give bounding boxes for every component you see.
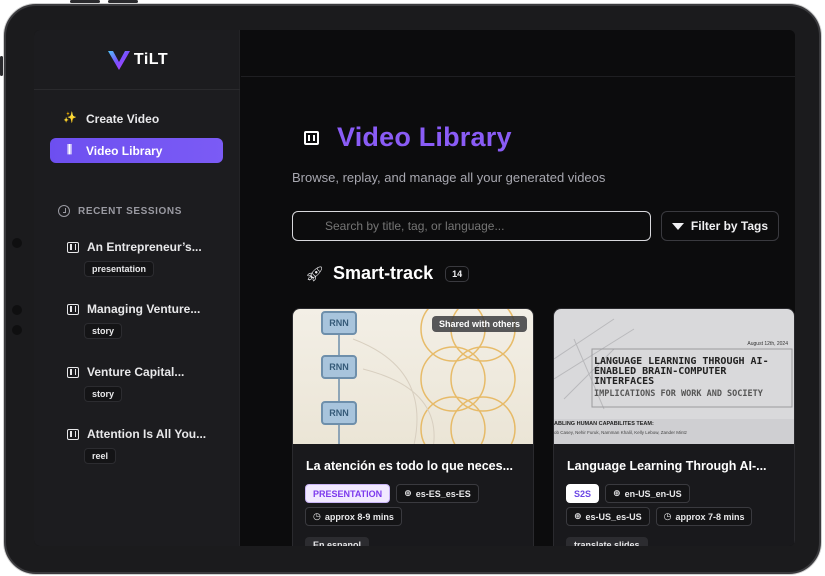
thumbnail-subheading: IMPLICATIONS FOR WORK AND SOCIETY — [594, 389, 763, 399]
app-screen: TiLT ✨ Create Video ⫼ Video Library RECE… — [34, 30, 795, 546]
filter-label: Filter by Tags — [690, 219, 769, 233]
chip-row: ◷ approx 8-9 mins — [305, 507, 402, 526]
clock-icon — [58, 205, 70, 217]
session-item[interactable]: An Entrepreneur’s... presentation — [67, 240, 227, 277]
card-tag: En espanol — [305, 537, 370, 546]
video-card[interactable]: RNN RNN RNN Shared with others La atenci… — [292, 308, 534, 546]
session-title: Managing Venture... — [87, 302, 201, 316]
card-title: La atención es todo lo que neces... — [306, 459, 513, 473]
thumbnail-date: August 12th, 2024 — [747, 341, 788, 347]
rocket-icon: 🚀︎ — [305, 265, 325, 283]
top-bar — [241, 30, 795, 77]
page-title: Video Library — [304, 122, 512, 153]
chip-row: S2S ⊕ en-US_en-US — [566, 484, 690, 503]
session-title: Venture Capital... — [87, 365, 185, 379]
device-sensor — [12, 305, 22, 315]
chip-row: PRESENTATION ⊕ es-ES_es-ES — [305, 484, 479, 503]
language-chip: ⊕ en-US_en-US — [605, 484, 690, 503]
device-button — [0, 56, 3, 76]
sidebar: TiLT ✨ Create Video ⫼ Video Library RECE… — [34, 30, 240, 546]
session-tag: story — [84, 323, 123, 339]
session-item[interactable]: Attention Is All You... reel — [67, 427, 227, 464]
film-icon — [67, 241, 79, 253]
session-item[interactable]: Managing Venture... story — [67, 302, 227, 339]
chip-row: ⊕ es-US_es-US ◷ approx 7-8 mins — [566, 507, 753, 526]
globe-icon: ⊕ — [404, 488, 412, 498]
count-badge: 14 — [445, 265, 470, 282]
page-subtitle: Browse, replay, and manage all your gene… — [292, 170, 606, 185]
rnn-block: RNN — [321, 355, 357, 379]
film-icon — [67, 366, 79, 378]
clock-icon: ◷ — [313, 511, 321, 521]
film-icon — [304, 130, 319, 145]
rnn-block: RNN — [321, 401, 357, 425]
session-tag: presentation — [84, 261, 155, 277]
session-title: Attention Is All You... — [87, 427, 207, 441]
page-title-text: Video Library — [337, 122, 512, 152]
card-title: Language Learning Through AI-... — [567, 459, 767, 473]
language-label: es-US_es-US — [585, 511, 642, 522]
duration-chip: ◷ approx 7-8 mins — [655, 507, 753, 526]
duration-label: approx 8-9 mins — [324, 511, 394, 522]
film-icon — [67, 303, 79, 315]
film-icon — [67, 428, 79, 440]
device-sensor — [12, 238, 22, 248]
card-tag: translate slides — [566, 537, 648, 546]
thumbnail-team: ABLING HUMAN CAPABILITES TEAM: — [554, 421, 654, 427]
shared-badge: Shared with others — [431, 316, 527, 332]
thumbnail-heading: LANGUAGE LEARNING THROUGH AI-ENABLED BRA… — [594, 356, 769, 387]
language-chip: ⊕ es-US_es-US — [566, 507, 650, 526]
section-title: Smart-track — [333, 263, 434, 283]
search-input[interactable] — [292, 211, 651, 241]
language-label: es-ES_es-ES — [415, 488, 471, 499]
recent-sessions-header: RECENT SESSIONS — [58, 205, 182, 217]
session-item[interactable]: Venture Capital... story — [67, 365, 227, 402]
video-thumbnail: August 12th, 2024 LANGUAGE LEARNING THRO… — [554, 309, 794, 444]
session-title: An Entrepreneur’s... — [87, 240, 202, 254]
nav-label: Video Library — [86, 143, 163, 158]
device-button — [70, 0, 100, 3]
logo-text: TiLT — [133, 50, 169, 68]
filter-icon — [671, 222, 684, 230]
thumbnail-names: ob Casey, Nehir Furuk, Namman Khalil, Ke… — [554, 430, 687, 435]
rnn-block: RNN — [321, 311, 357, 335]
device-button — [108, 0, 138, 3]
video-card[interactable]: August 12th, 2024 LANGUAGE LEARNING THRO… — [553, 308, 795, 546]
tilt-logo-icon — [107, 50, 130, 70]
globe-icon: ⊕ — [574, 511, 582, 521]
language-chip: ⊕ es-ES_es-ES — [396, 484, 479, 503]
nav-label: Create Video — [86, 111, 160, 126]
globe-icon: ⊕ — [613, 488, 621, 498]
sparkles-icon: ✨ — [63, 112, 77, 124]
logo[interactable]: TiLT — [34, 30, 240, 90]
video-thumbnail: RNN RNN RNN Shared with others — [293, 309, 533, 444]
section-header: 🚀︎ Smart-track 14 — [305, 263, 470, 284]
duration-label: approx 7-8 mins — [675, 511, 745, 522]
nav-video-library[interactable]: ⫼ Video Library — [50, 138, 223, 163]
recent-sessions-label: RECENT SESSIONS — [78, 205, 183, 217]
type-chip: S2S — [566, 484, 600, 503]
duration-chip: ◷ approx 8-9 mins — [305, 507, 402, 526]
nav-create-video[interactable]: ✨ Create Video — [50, 106, 223, 131]
filter-by-tags-button[interactable]: Filter by Tags — [661, 211, 779, 241]
library-icon: ⫼ — [66, 144, 73, 156]
type-chip: PRESENTATION — [305, 484, 391, 503]
language-label: en-US_en-US — [624, 488, 682, 499]
session-tag: story — [84, 386, 123, 402]
clock-icon: ◷ — [663, 511, 672, 521]
device-sensor — [12, 325, 22, 335]
session-tag: reel — [84, 448, 117, 464]
